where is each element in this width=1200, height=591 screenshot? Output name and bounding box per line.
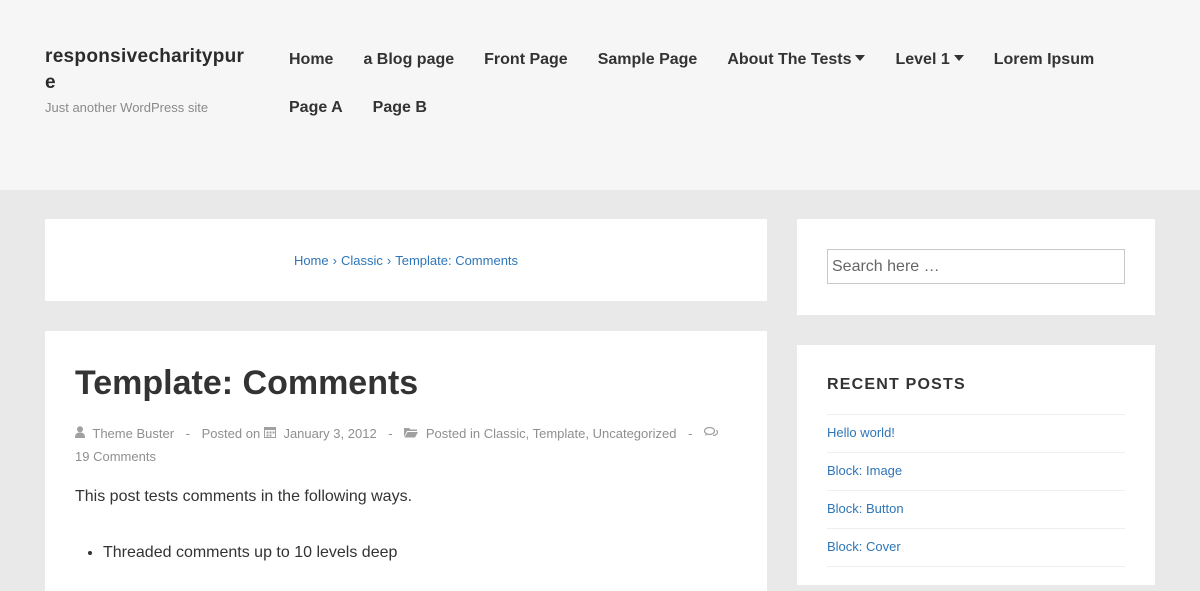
nav-item-label: a Blog page [363,51,455,68]
folder-icon [404,423,419,445]
posted-in-label: Posted in [425,426,481,441]
list-item: Block: Cover [827,529,1125,567]
nav-item-lorem-ipsum[interactable]: Lorem Ipsum [979,36,1109,84]
recent-posts-widget: RECENT POSTS Hello world! Block: Image B… [797,345,1155,585]
post-category-uncategorized[interactable]: Uncategorized [593,426,677,441]
nav-item-about-the-tests[interactable]: About The Tests [712,36,880,84]
list-item: Hello world! [827,415,1125,453]
nav-item-label: Sample Page [597,51,698,68]
nav-item-home[interactable]: Home [274,36,348,84]
post-content: This post tests comments in the followin… [75,486,737,564]
nav-item-label: Front Page [484,51,568,68]
breadcrumb-category[interactable]: Classic [341,253,383,268]
recent-post-link[interactable]: Block: Button [827,501,904,516]
post-category-classic[interactable]: Classic [484,426,526,441]
nav-item-page-b[interactable]: Page B [358,84,442,132]
recent-posts-list: Hello world! Block: Image Block: Button … [827,415,1125,567]
caret-down-icon [953,54,964,61]
meta-separator: - [185,426,191,441]
posted-on-label: Posted on [201,426,261,441]
main-navigation: Home a Blog page Front Page Sample Page … [274,36,1154,132]
nav-item-label: Level 1 [895,51,950,68]
nav-item-label: Page A [289,99,343,116]
breadcrumb: Home › Classic › Template: Comments [45,219,767,301]
breadcrumb-separator: › [386,252,392,268]
comments-icon [703,423,719,445]
site-tagline: Just another WordPress site [45,100,209,115]
nav-item-label: Page B [372,99,427,116]
comments-label: Comments [93,448,156,464]
post-bullet-list: Threaded comments up to 10 levels deep [75,542,737,564]
meta-separator: - [688,426,693,441]
nav-item-page-a[interactable]: Page A [274,84,358,132]
meta-separator: - [388,426,393,441]
widget-title: RECENT POSTS [827,375,1125,415]
nav-item-blog-page[interactable]: a Blog page [348,36,469,84]
post-meta: Theme Buster - Posted on January 3, 2012… [75,423,737,468]
post-title: Template: Comments [75,364,419,402]
caret-down-icon [855,54,866,61]
breadcrumb-separator: › [332,252,337,268]
user-icon [75,423,85,445]
search-input[interactable] [827,249,1125,284]
post-author[interactable]: Theme Buster [92,426,174,441]
nav-item-sample-page[interactable]: Sample Page [583,36,713,84]
list-item: Threaded comments up to 10 levels deep [103,542,737,564]
nav-item-label: Home [289,51,334,68]
list-item: Block: Button [827,491,1125,529]
recent-post-link[interactable]: Hello world! [827,425,895,440]
breadcrumb-current[interactable]: Template: Comments [395,253,518,268]
post-comment-count[interactable]: 19 Comments [75,449,156,464]
calendar-icon [263,423,276,445]
nav-item-label: Lorem Ipsum [993,51,1095,68]
site-title[interactable]: responsivecharitypure [45,44,250,96]
nav-item-front-page[interactable]: Front Page [469,36,583,84]
nav-item-level-1[interactable]: Level 1 [880,36,978,84]
post-article: Template: Comments Theme Buster - Posted… [45,331,767,591]
search-widget [797,219,1155,315]
comment-count: 19 [75,448,90,464]
post-intro: This post tests comments in the followin… [75,487,413,505]
post-category-template[interactable]: Template [533,426,586,441]
list-item: Block: Image [827,453,1125,491]
site-header: responsivecharitypure Just another WordP… [0,0,1200,190]
recent-post-link[interactable]: Block: Image [827,463,902,478]
nav-item-label: About The Tests [727,51,852,68]
breadcrumb-home[interactable]: Home [294,253,329,268]
post-date[interactable]: January 3, 2012 [283,426,376,441]
site-branding: responsivecharitypure Just another WordP… [45,44,250,115]
recent-post-link[interactable]: Block: Cover [827,539,901,554]
